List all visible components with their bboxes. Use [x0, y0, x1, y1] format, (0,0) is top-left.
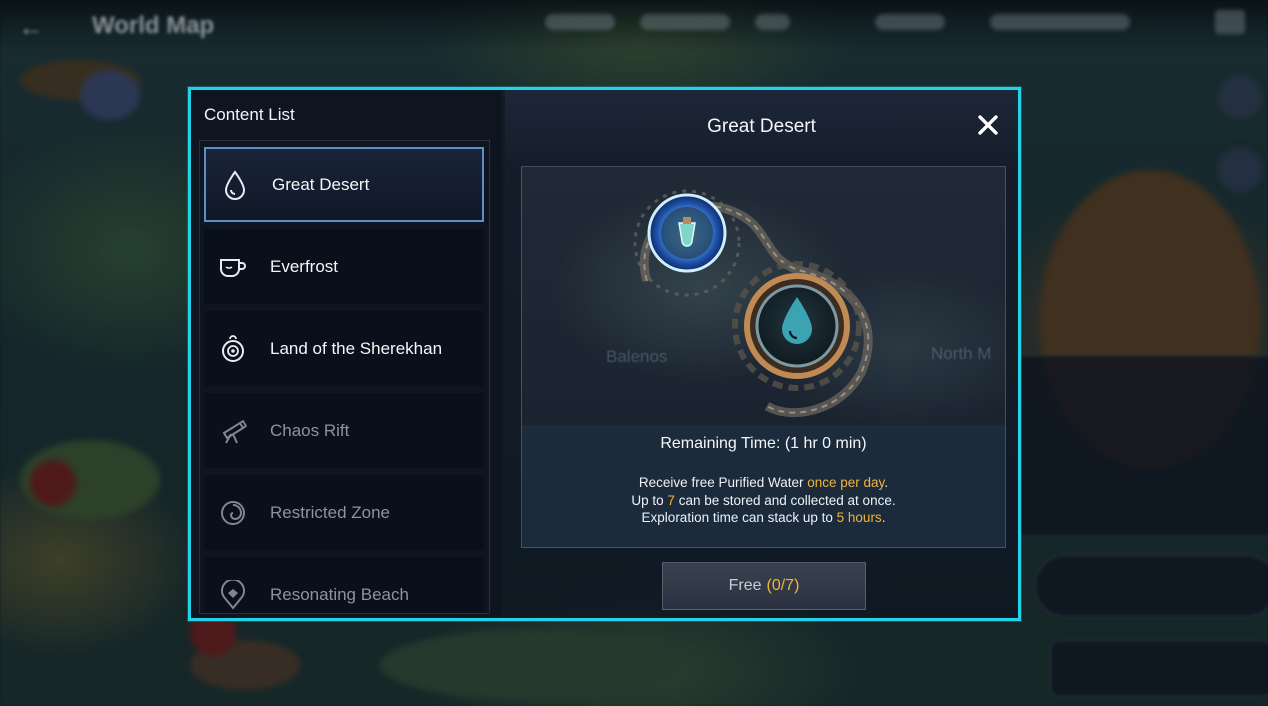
highlight-text: 7 [667, 492, 675, 508]
description-text: . [881, 510, 886, 525]
region-artwork: Balenos North M Remaining Time: (1 hr 0 … [521, 166, 1006, 548]
list-item-restricted-zone[interactable]: Restricted Zone [204, 475, 484, 550]
description-line: Up to 7 can be stored and collected at o… [522, 492, 1005, 510]
exit-icon[interactable] [1215, 10, 1245, 34]
purified-water-emblem [633, 189, 873, 417]
list-item-everfrost[interactable]: Everfrost [204, 229, 484, 304]
currency-stat [545, 14, 615, 30]
description-text: Exploration time can stack up to [641, 510, 837, 525]
remaining-time: Remaining Time: (1 hr 0 min) [660, 435, 867, 452]
detail-title: Great Desert [707, 116, 816, 137]
close-button[interactable] [973, 110, 1003, 140]
description-text: . [884, 475, 889, 490]
content-list-title: Content List [204, 105, 295, 124]
world-map-title: World Map [92, 12, 215, 39]
free-button-label: Free [728, 577, 762, 594]
map-control-button[interactable] [1218, 75, 1262, 119]
description-line: Receive free Purified Water once per day… [522, 474, 1005, 492]
side-panel-card [1050, 640, 1268, 697]
search-icon[interactable] [1218, 148, 1262, 192]
map-pin-icon [218, 579, 248, 610]
currency-stat [640, 14, 730, 30]
close-icon [978, 115, 998, 135]
info-band: Remaining Time: (1 hr 0 min) Receive fre… [522, 425, 1005, 547]
free-button-count: (0/7) [766, 577, 800, 594]
currency-stat [875, 14, 945, 30]
ring-target-icon [218, 334, 248, 364]
content-list-modal: Content List Great Desert Everfrost Land… [188, 87, 1021, 621]
description-text: can be stored and collected at once. [674, 492, 896, 508]
tea-cup-icon [218, 252, 248, 282]
list-item-resonating-beach[interactable]: Resonating Beach [204, 557, 484, 613]
side-panel-card [1035, 555, 1268, 617]
top-bar: ← World Map [0, 0, 1268, 52]
content-list[interactable]: Great Desert Everfrost Land of the Shere… [199, 140, 490, 614]
list-item-label: Land of the Sherekhan [270, 338, 443, 358]
swirl-icon [218, 498, 248, 528]
list-item-great-desert[interactable]: Great Desert [204, 147, 484, 222]
highlight-text: once per day [807, 475, 885, 490]
currency-stat [755, 14, 790, 30]
list-item-label: Great Desert [272, 174, 370, 194]
description-text: Receive free Purified Water [638, 475, 808, 490]
telescope-icon [218, 416, 248, 446]
list-item-land-of-the-sherekhan[interactable]: Land of the Sherekhan [204, 311, 484, 386]
description-line: Exploration time can stack up to 5 hours… [522, 509, 1005, 527]
water-drop-icon [220, 169, 250, 200]
list-item-label: Resonating Beach [270, 584, 409, 604]
highlight-text: 5 hours [836, 510, 882, 525]
list-item-label: Restricted Zone [270, 502, 390, 522]
list-item-chaos-rift[interactable]: Chaos Rift [204, 393, 484, 468]
detail-header: Great Desert [505, 90, 1018, 162]
description-text: Up to [631, 492, 668, 508]
currency-stat [990, 14, 1130, 30]
map-label: North M [931, 344, 992, 363]
back-arrow-icon[interactable]: ← [18, 12, 58, 42]
side-panel-card [1015, 355, 1268, 537]
free-claim-button[interactable]: Free (0/7) [662, 562, 866, 610]
list-item-label: Chaos Rift [270, 420, 350, 440]
list-item-label: Everfrost [270, 256, 339, 276]
reward-description: Receive free Purified Water once per day… [522, 474, 1005, 527]
detail-panel: Great Desert Balenos North M Remaining T… [505, 90, 1018, 618]
content-list-panel: Content List Great Desert Everfrost Land… [191, 90, 502, 618]
